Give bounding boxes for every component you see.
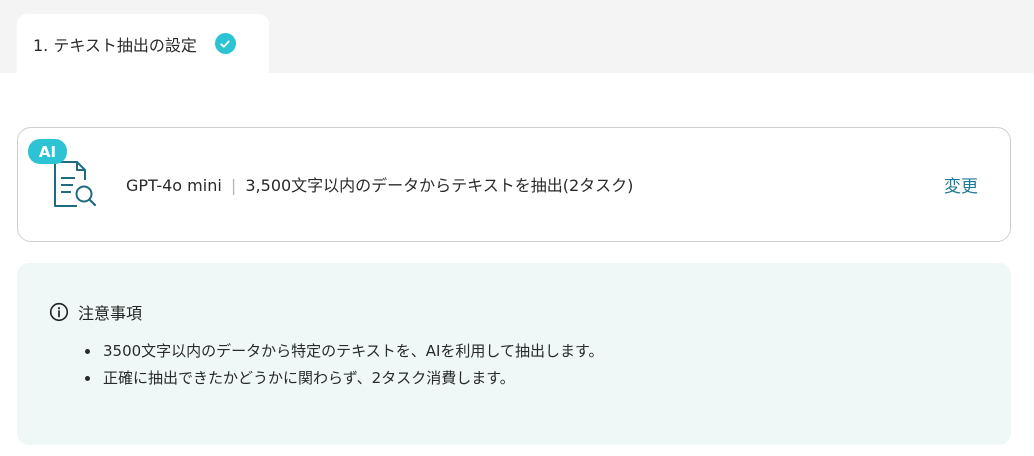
notice-box: 注意事項 3500文字以内のデータから特定のテキストを、AIを利用して抽出します… xyxy=(17,263,1011,445)
list-item: 正確に抽出できたかどうかに関わらず、2タスク消費します。 xyxy=(85,365,603,392)
check-circle-icon xyxy=(214,33,236,54)
ai-action-card: AI GPT-4o mini | 3,500文字以内のデータからテキストを抽出(… xyxy=(17,127,1011,242)
action-description: 3,500文字以内のデータからテキストを抽出(2タスク) xyxy=(245,176,634,195)
list-item: 3500文字以内のデータから特定のテキストを、AIを利用して抽出します。 xyxy=(85,338,603,365)
ai-badge: AI xyxy=(28,139,67,164)
bullet xyxy=(85,376,90,381)
notice-item-text: 正確に抽出できたかどうかに関わらず、2タスク消費します。 xyxy=(103,369,515,387)
ai-action-description: GPT-4o mini | 3,500文字以内のデータからテキストを抽出(2タス… xyxy=(126,172,633,196)
notice-title: 注意事項 xyxy=(78,304,143,323)
notice-item-text: 3500文字以内のデータから特定のテキストを、AIを利用して抽出します。 xyxy=(103,342,604,360)
notice-list: 3500文字以内のデータから特定のテキストを、AIを利用して抽出します。 正確に… xyxy=(85,338,603,392)
tab-strip: 1. テキスト抽出の設定 xyxy=(0,0,1034,73)
model-name: GPT-4o mini xyxy=(126,176,222,195)
change-button[interactable]: 変更 xyxy=(944,172,978,197)
notice-header: 注意事項 xyxy=(49,300,142,324)
tab-text-extraction-settings[interactable]: 1. テキスト抽出の設定 xyxy=(17,14,269,73)
document-search-icon xyxy=(54,161,97,207)
bullet xyxy=(85,349,90,354)
separator: | xyxy=(230,176,237,195)
info-icon xyxy=(49,302,69,322)
tab-label: 1. テキスト抽出の設定 xyxy=(33,35,197,55)
